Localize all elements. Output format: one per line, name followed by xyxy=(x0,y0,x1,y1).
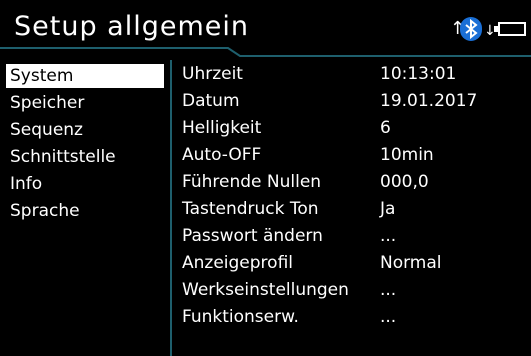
setting-label: Uhrzeit xyxy=(182,64,243,84)
setting-value: 19.01.2017 xyxy=(380,91,478,111)
setting-value: Ja xyxy=(380,199,396,219)
bluetooth-icon xyxy=(460,17,482,41)
setting-label: Funktionserw. xyxy=(182,307,299,327)
setting-row-werkseinstellungen[interactable]: Werkseinstellungen ... xyxy=(172,277,531,304)
header-bar: Setup allgemein ↑ ↓ xyxy=(0,0,531,57)
setting-row-anzeigeprofil[interactable]: Anzeigeprofil Normal xyxy=(172,250,531,277)
setting-row-datum[interactable]: Datum 19.01.2017 xyxy=(172,88,531,115)
setting-label: Anzeigeprofil xyxy=(182,253,293,273)
setting-label: Werkseinstellungen xyxy=(182,280,349,300)
setting-row-funktionserw[interactable]: Funktionserw. ... xyxy=(172,304,531,331)
setting-value: 000,0 xyxy=(380,172,429,192)
sidebar-item-sprache[interactable]: Sprache xyxy=(6,199,164,223)
setting-label: Auto-OFF xyxy=(182,145,262,165)
sidebar-item-info[interactable]: Info xyxy=(6,172,164,196)
sidebar-item-schnittstelle[interactable]: Schnittstelle xyxy=(6,145,164,169)
setting-label: Tastendruck Ton xyxy=(182,199,319,219)
setting-value: 10min xyxy=(380,145,434,165)
setting-value: 10:13:01 xyxy=(380,64,457,84)
settings-list: Uhrzeit 10:13:01 Datum 19.01.2017 Hellig… xyxy=(172,60,531,356)
setting-row-uhrzeit[interactable]: Uhrzeit 10:13:01 xyxy=(172,61,531,88)
sidebar-item-system[interactable]: System xyxy=(6,64,164,88)
status-area: ↑ ↓ xyxy=(450,17,530,45)
setting-label: Datum xyxy=(182,91,240,111)
setting-label: Passwort ändern xyxy=(182,226,323,246)
setting-value: ... xyxy=(380,280,397,300)
setting-row-tastendruck-ton[interactable]: Tastendruck Ton Ja xyxy=(172,196,531,223)
setting-value: 6 xyxy=(380,118,391,138)
battery-icon xyxy=(498,22,526,36)
setting-row-fuehrende-nullen[interactable]: Führende Nullen 000,0 xyxy=(172,169,531,196)
setting-row-passwort-aendern[interactable]: Passwort ändern ... xyxy=(172,223,531,250)
sidebar-item-speicher[interactable]: Speicher xyxy=(6,91,164,115)
setting-value: Normal xyxy=(380,253,442,273)
setting-label: Führende Nullen xyxy=(182,172,322,192)
setting-row-helligkeit[interactable]: Helligkeit 6 xyxy=(172,115,531,142)
setting-row-auto-off[interactable]: Auto-OFF 10min xyxy=(172,142,531,169)
setting-value: ... xyxy=(380,226,397,246)
setting-value: ... xyxy=(380,307,397,327)
sidebar: System Speicher Sequenz Schnittstelle In… xyxy=(0,60,172,356)
setting-label: Helligkeit xyxy=(182,118,262,138)
sidebar-item-sequenz[interactable]: Sequenz xyxy=(6,118,164,142)
